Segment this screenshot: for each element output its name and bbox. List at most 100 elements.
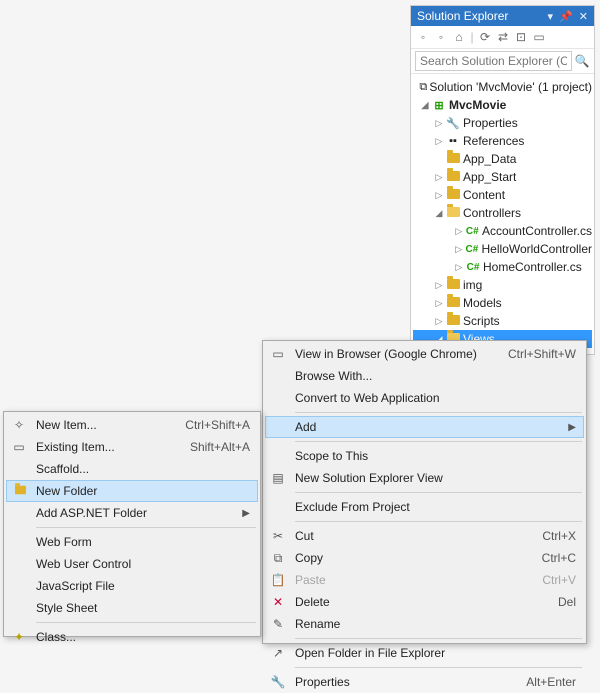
solution-node[interactable]: ⧉ Solution 'MvcMovie' (1 project) bbox=[413, 78, 592, 96]
new-folder-item[interactable]: New Folder bbox=[6, 480, 258, 502]
sync-icon[interactable]: ⇄ bbox=[495, 29, 511, 45]
scripts-node[interactable]: ▷ Scripts bbox=[413, 312, 592, 330]
panel-toolbar: ◦ ◦ ⌂ | ⟳ ⇄ ⊡ ▭ bbox=[411, 26, 594, 49]
forward-icon[interactable]: ◦ bbox=[433, 29, 449, 45]
menu-shortcut: Shift+Alt+A bbox=[190, 440, 250, 454]
collapsed-icon[interactable]: ▷ bbox=[453, 244, 464, 255]
panel-titlebar[interactable]: Solution Explorer ▾ 📌 ✕ bbox=[411, 6, 594, 26]
solution-icon: ⧉ bbox=[419, 81, 427, 94]
back-icon[interactable]: ◦ bbox=[415, 29, 431, 45]
models-node[interactable]: ▷ Models bbox=[413, 294, 592, 312]
collapsed-icon[interactable]: ▷ bbox=[433, 316, 445, 327]
add-item[interactable]: Add ▶ bbox=[265, 416, 584, 438]
tree-label: App_Start bbox=[463, 170, 516, 184]
delete-icon: ✕ bbox=[269, 595, 287, 609]
img-node[interactable]: ▷ img bbox=[413, 276, 592, 294]
submenu-arrow-icon: ▶ bbox=[568, 422, 576, 433]
tree-label: Models bbox=[463, 296, 502, 310]
menu-label: Cut bbox=[295, 529, 522, 543]
web-user-control-item[interactable]: Web User Control bbox=[6, 553, 258, 575]
pin-icon[interactable]: 📌 bbox=[559, 10, 573, 23]
delete-item[interactable]: ✕ Delete Del bbox=[265, 591, 584, 613]
menu-label: Paste bbox=[295, 573, 522, 587]
new-item-item[interactable]: ✧ New Item... Ctrl+Shift+A bbox=[6, 414, 258, 436]
menu-shortcut: Ctrl+Shift+W bbox=[508, 347, 576, 361]
add-aspnet-folder-item[interactable]: Add ASP.NET Folder ▶ bbox=[6, 502, 258, 524]
menu-label: Web User Control bbox=[36, 557, 250, 571]
exclude-item[interactable]: Exclude From Project bbox=[265, 496, 584, 518]
project-node[interactable]: ◢ ⊞ MvcMovie bbox=[413, 96, 592, 114]
menu-shortcut: Ctrl+X bbox=[542, 529, 576, 543]
show-all-icon[interactable]: ⊡ bbox=[513, 29, 529, 45]
collapsed-icon[interactable]: ▷ bbox=[433, 280, 445, 291]
references-node[interactable]: ▷ ▪▪ References bbox=[413, 132, 592, 150]
collapsed-icon[interactable]: ▷ bbox=[453, 226, 465, 237]
expanded-icon[interactable]: ◢ bbox=[419, 100, 431, 111]
controllers-node[interactable]: ◢ Controllers bbox=[413, 204, 592, 222]
solution-explorer-panel: Solution Explorer ▾ 📌 ✕ ◦ ◦ ⌂ | ⟳ ⇄ ⊡ ▭ … bbox=[410, 5, 595, 355]
rename-item[interactable]: ✎ Rename bbox=[265, 613, 584, 635]
close-icon[interactable]: ✕ bbox=[579, 10, 588, 23]
scope-item[interactable]: Scope to This bbox=[265, 445, 584, 467]
solution-label: Solution 'MvcMovie' (1 project) bbox=[429, 80, 592, 94]
javascript-file-item[interactable]: JavaScript File bbox=[6, 575, 258, 597]
dropdown-icon[interactable]: ▾ bbox=[548, 10, 554, 23]
browse-with-item[interactable]: Browse With... bbox=[265, 365, 584, 387]
appstart-node[interactable]: ▷ App_Start bbox=[413, 168, 592, 186]
menu-label: Rename bbox=[295, 617, 576, 631]
menu-label: Scope to This bbox=[295, 449, 576, 463]
submenu-arrow-icon: ▶ bbox=[242, 508, 250, 519]
folder-open-icon bbox=[445, 206, 461, 220]
search-icon[interactable]: 🔍 bbox=[574, 53, 590, 69]
menu-separator bbox=[295, 667, 582, 668]
menu-separator bbox=[295, 441, 582, 442]
new-item-icon: ✧ bbox=[10, 418, 28, 432]
menu-label: New Solution Explorer View bbox=[295, 471, 576, 485]
menu-label: Style Sheet bbox=[36, 601, 250, 615]
collapsed-icon[interactable]: ▷ bbox=[433, 118, 445, 129]
view-in-browser-item[interactable]: ▭ View in Browser (Google Chrome) Ctrl+S… bbox=[265, 343, 584, 365]
refresh-icon[interactable]: ⟳ bbox=[477, 29, 493, 45]
class-item[interactable]: ✦ Class... bbox=[6, 626, 258, 648]
tree-label: Properties bbox=[463, 116, 518, 130]
style-sheet-item[interactable]: Style Sheet bbox=[6, 597, 258, 619]
collapsed-icon[interactable]: ▷ bbox=[433, 298, 445, 309]
new-sol-view-item[interactable]: ▤ New Solution Explorer View bbox=[265, 467, 584, 489]
properties-icon[interactable]: ▭ bbox=[531, 29, 547, 45]
home-icon[interactable]: ⌂ bbox=[451, 29, 467, 45]
menu-label: Browse With... bbox=[295, 369, 576, 383]
search-input[interactable] bbox=[415, 51, 572, 71]
tree-label: AccountController.cs bbox=[482, 224, 592, 238]
tree-label: HelloWorldController bbox=[482, 242, 592, 256]
cut-icon: ✂ bbox=[269, 529, 287, 543]
content-node[interactable]: ▷ Content bbox=[413, 186, 592, 204]
cs-file-node[interactable]: ▷ C# HomeController.cs bbox=[413, 258, 592, 276]
cs-file-node[interactable]: ▷ C# AccountController.cs bbox=[413, 222, 592, 240]
convert-item[interactable]: Convert to Web Application bbox=[265, 387, 584, 409]
existing-item-item[interactable]: ▭ Existing Item... Shift+Alt+A bbox=[6, 436, 258, 458]
cut-item[interactable]: ✂ Cut Ctrl+X bbox=[265, 525, 584, 547]
menu-shortcut: Alt+Enter bbox=[526, 675, 576, 689]
tree-label: HomeController.cs bbox=[483, 260, 582, 274]
csharp-file-icon: C# bbox=[465, 226, 480, 237]
appdata-node[interactable]: App_Data bbox=[413, 150, 592, 168]
menu-label: Exclude From Project bbox=[295, 500, 576, 514]
collapsed-icon[interactable]: ▷ bbox=[433, 136, 445, 147]
menu-label: Properties bbox=[295, 675, 506, 689]
copy-item[interactable]: ⧉ Copy Ctrl+C bbox=[265, 547, 584, 569]
cs-file-node[interactable]: ▷ C# HelloWorldController bbox=[413, 240, 592, 258]
scaffold-item[interactable]: Scaffold... bbox=[6, 458, 258, 480]
tree-label: App_Data bbox=[463, 152, 516, 166]
copy-icon: ⧉ bbox=[269, 551, 287, 566]
collapsed-icon[interactable]: ▷ bbox=[453, 262, 465, 273]
csharp-file-icon: C# bbox=[465, 262, 481, 273]
collapsed-icon[interactable]: ▷ bbox=[433, 190, 445, 201]
properties-node[interactable]: ▷ 🔧 Properties bbox=[413, 114, 592, 132]
collapsed-icon[interactable]: ▷ bbox=[433, 172, 445, 183]
open-folder-icon: ↗ bbox=[269, 646, 287, 660]
web-form-item[interactable]: Web Form bbox=[6, 531, 258, 553]
properties-item[interactable]: 🔧 Properties Alt+Enter bbox=[265, 671, 584, 693]
expanded-icon[interactable]: ◢ bbox=[433, 208, 445, 219]
existing-item-icon: ▭ bbox=[10, 440, 28, 454]
open-folder-item[interactable]: ↗ Open Folder in File Explorer bbox=[265, 642, 584, 664]
